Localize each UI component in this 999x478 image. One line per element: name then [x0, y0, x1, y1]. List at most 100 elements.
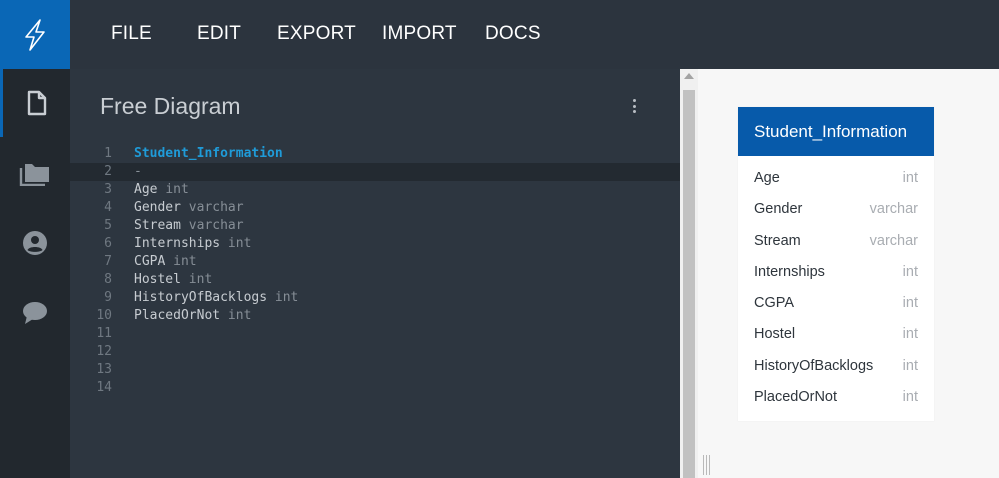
menu-file[interactable]: FILE: [111, 23, 152, 45]
table-header[interactable]: Student_Information: [738, 107, 934, 156]
table-card[interactable]: Student_Information Age int Gender varch…: [738, 107, 934, 422]
line-number: 8: [104, 272, 112, 287]
code-line[interactable]: 5 Stream varchar: [70, 217, 680, 235]
code-field: Age int: [134, 181, 189, 199]
line-number: 7: [104, 254, 112, 269]
field-name: Internships: [754, 263, 825, 280]
code-field: Internships int: [134, 235, 251, 253]
line-number: 1: [104, 146, 112, 161]
line-number: 12: [96, 344, 112, 359]
code-line[interactable]: 3 Age int: [70, 181, 680, 199]
code-field-type: int: [227, 308, 252, 323]
code-field-type: varchar: [188, 218, 244, 233]
line-number: 14: [96, 380, 112, 395]
menu-import[interactable]: IMPORT: [382, 23, 457, 45]
field-type: int: [902, 263, 918, 280]
code-field: Stream varchar: [134, 217, 244, 235]
code-editor[interactable]: 1 Student_Information 2 - 3 Age int 4 Ge…: [70, 145, 680, 397]
field-name: Stream: [754, 232, 801, 249]
more-options-icon[interactable]: [628, 95, 640, 117]
table-field-row[interactable]: Stream varchar: [738, 226, 934, 257]
scroll-up-arrow-icon[interactable]: [684, 73, 694, 79]
code-line[interactable]: 8 Hostel int: [70, 271, 680, 289]
lightning-icon: [25, 18, 45, 51]
table-field-row[interactable]: Gender varchar: [738, 194, 934, 225]
field-type: int: [902, 170, 918, 186]
table-field-row[interactable]: HistoryOfBacklogs int: [738, 351, 934, 382]
field-name: Gender: [754, 201, 803, 218]
code-field-type: int: [227, 236, 252, 251]
code-field-type: int: [173, 254, 197, 269]
editor-scrollbar[interactable]: [680, 69, 698, 478]
scrollbar-thumb[interactable]: [683, 90, 695, 478]
menu-docs[interactable]: DOCS: [485, 23, 541, 45]
diagram-canvas[interactable]: Student_Information Age int Gender varch…: [698, 69, 999, 478]
diagram-title[interactable]: Free Diagram: [100, 93, 241, 120]
table-field-row[interactable]: Internships int: [738, 257, 934, 288]
code-line[interactable]: 13: [70, 361, 680, 379]
code-field-name: HistoryOfBacklogs: [134, 290, 268, 305]
code-line[interactable]: 12: [70, 343, 680, 361]
field-type: varchar: [869, 201, 918, 218]
field-name: Age: [754, 170, 780, 186]
code-field: HistoryOfBacklogs int: [134, 289, 298, 307]
line-number: 10: [96, 308, 112, 323]
line-number: 4: [104, 200, 112, 215]
field-type: int: [902, 295, 918, 312]
code-field-type: varchar: [188, 200, 244, 215]
left-nav: [0, 69, 70, 478]
menu-export[interactable]: EXPORT: [277, 23, 356, 45]
code-field-name: Stream: [134, 218, 181, 233]
field-type: int: [902, 326, 918, 343]
nav-document[interactable]: [0, 69, 70, 137]
code-field-type: int: [274, 290, 299, 305]
code-field-type: int: [188, 272, 213, 287]
line-number: 9: [104, 290, 112, 305]
code-field-name: PlacedOrNot: [134, 308, 221, 323]
nav-chat[interactable]: [0, 279, 70, 347]
line-number: 5: [104, 218, 112, 233]
app-logo[interactable]: [0, 0, 70, 69]
document-icon: [27, 90, 46, 116]
code-line[interactable]: 6 Internships int: [70, 235, 680, 253]
line-number: 11: [96, 326, 112, 341]
code-field: Gender varchar: [134, 199, 244, 217]
code-field-name: Gender: [134, 200, 181, 215]
code-field: CGPA int: [134, 253, 197, 271]
code-field: PlacedOrNot int: [134, 307, 251, 325]
code-line[interactable]: 14: [70, 379, 680, 397]
field-type: varchar: [869, 232, 918, 249]
table-field-row[interactable]: Hostel int: [738, 319, 934, 350]
field-name: HistoryOfBacklogs: [754, 357, 874, 374]
table-field-row[interactable]: CGPA int: [738, 288, 934, 319]
code-line[interactable]: 10 PlacedOrNot int: [70, 307, 680, 325]
field-type: int: [902, 389, 918, 406]
code-field-name: Hostel: [134, 272, 181, 287]
line-number: 6: [104, 236, 112, 251]
code-separator: -: [134, 164, 142, 179]
nav-folders[interactable]: [0, 139, 70, 207]
code-line[interactable]: 4 Gender varchar: [70, 199, 680, 217]
nav-account[interactable]: [0, 209, 70, 277]
field-name: PlacedOrNot: [754, 389, 838, 406]
field-name: Hostel: [754, 326, 796, 343]
table-field-row[interactable]: Age int: [738, 163, 934, 194]
folder-icon: [19, 164, 49, 186]
panel-resize-handle[interactable]: [703, 455, 711, 475]
code-line[interactable]: 1 Student_Information: [70, 145, 680, 163]
code-field: Hostel int: [134, 271, 212, 289]
account-icon: [23, 231, 47, 255]
table-field-row[interactable]: PlacedOrNot int: [738, 382, 934, 413]
line-number: 2: [104, 164, 112, 179]
table-fields: Age int Gender varchar Stream varchar In…: [738, 156, 934, 421]
code-line[interactable]: 9 HistoryOfBacklogs int: [70, 289, 680, 307]
code-line-current[interactable]: 2 -: [70, 163, 680, 181]
line-number: 13: [96, 362, 112, 377]
code-field-type: int: [165, 182, 189, 197]
code-field-name: Internships: [134, 236, 221, 251]
code-field-name: Age: [134, 182, 158, 197]
code-table-name: Student_Information: [134, 146, 283, 161]
code-line[interactable]: 11: [70, 325, 680, 343]
menu-edit[interactable]: EDIT: [197, 23, 241, 45]
code-line[interactable]: 7 CGPA int: [70, 253, 680, 271]
